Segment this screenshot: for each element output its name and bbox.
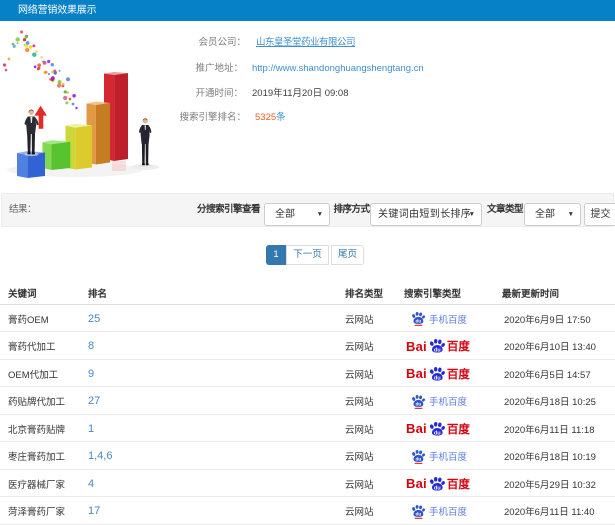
svg-text:du: du [415, 319, 421, 325]
svg-text:du: du [415, 456, 421, 462]
svg-text:du: du [434, 485, 441, 491]
svg-text:du: du [415, 401, 421, 407]
svg-text:du: du [434, 348, 441, 354]
svg-text:du: du [415, 511, 421, 517]
svg-text:du: du [434, 430, 441, 436]
svg-text:du: du [434, 375, 441, 381]
